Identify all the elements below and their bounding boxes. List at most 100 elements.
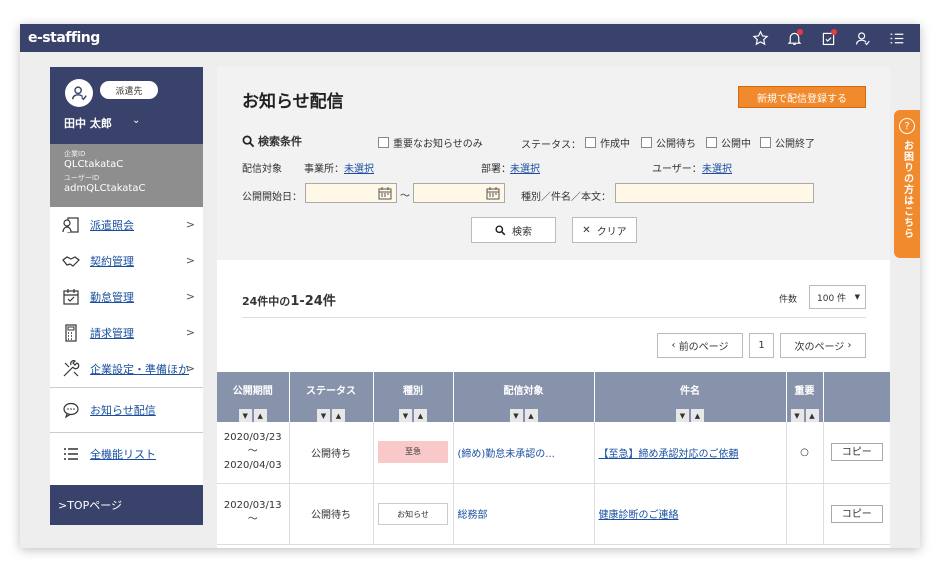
status-checkbox-ended[interactable]: 公開終了 xyxy=(760,135,815,150)
subject-link[interactable]: 【至急】締め承認対応のご依頼 xyxy=(599,449,739,460)
search-title-label: 検索条件 xyxy=(258,135,302,148)
sort-up-icon[interactable]: ▲ xyxy=(332,409,345,422)
column-header-status: ステータス ▼ ▲ xyxy=(289,372,374,422)
bell-icon[interactable] xyxy=(784,28,804,48)
sidebar-item-contract[interactable]: 契約管理 > xyxy=(50,243,203,279)
date-range-tilde: ～ xyxy=(400,191,410,202)
sidebar-item-label: 勤怠管理 xyxy=(90,291,134,304)
sort-down-icon[interactable]: ▼ xyxy=(676,409,689,422)
sort-up-icon[interactable]: ▲ xyxy=(253,409,267,422)
table-row: 2020/03/23 ～ 2020/04/03 公開待ち 至急 (締め)勤怠未承認の… xyxy=(217,422,890,484)
prev-page-label: 前のページ xyxy=(678,342,729,353)
user-switch-icon[interactable] xyxy=(852,28,872,48)
per-page-value: 100 件 xyxy=(817,293,847,304)
subject-cell: 健康診断のご連絡 xyxy=(594,483,787,545)
sort-down-icon[interactable]: ▼ xyxy=(399,409,412,422)
action-cell: コピー xyxy=(823,483,890,545)
chevron-right-icon: > xyxy=(185,218,195,231)
column-header-action xyxy=(823,372,890,422)
date-to-input[interactable] xyxy=(413,183,505,203)
office-select-link[interactable]: 未選択 xyxy=(344,160,374,175)
status-checkbox-pending[interactable]: 公開待ち xyxy=(641,135,696,150)
column-header-period: 公開期間 ▼ ▲ xyxy=(217,372,290,422)
per-page-select[interactable]: 100 件 ▼ xyxy=(809,285,866,309)
star-icon[interactable] xyxy=(750,28,770,48)
target-cell: (締め)勤怠未承認の... xyxy=(453,422,595,484)
next-page-label: 次のページ xyxy=(794,342,845,353)
column-header-label: 配信対象 xyxy=(503,386,544,397)
sort-down-icon[interactable]: ▼ xyxy=(509,409,523,422)
copy-button[interactable]: コピー xyxy=(830,443,883,462)
user-avatar-icon[interactable] xyxy=(65,79,93,107)
user-id: admQLCtakataC xyxy=(64,183,146,194)
important-only-checkbox[interactable]: 重要なお知らせのみ xyxy=(378,135,483,150)
subject-link[interactable]: 健康診断のご連絡 xyxy=(599,510,679,521)
sidebar-item-all-functions[interactable]: 全機能リスト xyxy=(50,433,203,475)
action-cell: コピー xyxy=(823,422,890,484)
user-select-link[interactable]: 未選択 xyxy=(702,160,732,175)
sort-down-icon[interactable]: ▼ xyxy=(238,409,252,422)
sidebar-item-dispatch[interactable]: 派遣照会 > xyxy=(50,207,203,243)
status-checkbox-draft[interactable]: 作成中 xyxy=(585,135,630,150)
status-checkbox-published[interactable]: 公開中 xyxy=(706,135,751,150)
status-option-label: 公開中 xyxy=(721,139,751,150)
chevron-right-icon: > xyxy=(185,290,195,303)
sidebar-item-settings[interactable]: 企業設定・準備ほか > xyxy=(50,351,203,387)
calendar-icon[interactable] xyxy=(378,187,392,200)
search-conditions-title: 検索条件 xyxy=(242,133,302,149)
chevron-down-icon[interactable]: ⌄ xyxy=(132,115,140,126)
period-tilde: ～ xyxy=(247,513,258,525)
question-icon: ? xyxy=(899,118,915,134)
target-link[interactable]: (締め)勤怠未承認の... xyxy=(458,449,555,460)
column-header-type: 種別 ▼ ▲ xyxy=(373,372,454,422)
sort-up-icon[interactable]: ▲ xyxy=(524,409,538,422)
column-header-label: 種別 xyxy=(403,386,423,397)
main-content: お知らせ配信 新規で配信登録する 検索条件 重要なお知らせのみ ステータス： 作… xyxy=(217,67,890,548)
sidebar-item-billing[interactable]: 請求管理 > xyxy=(50,315,203,351)
period-start: 2020/03/13 xyxy=(223,499,282,511)
keyword-label: 種別／件名／本文： xyxy=(521,192,611,203)
period-tilde: ～ xyxy=(247,446,258,458)
calendar-icon[interactable] xyxy=(486,187,500,200)
search-button[interactable]: 検索 xyxy=(471,217,556,243)
new-notice-button[interactable]: 新規で配信登録する xyxy=(738,86,866,108)
chevron-left-icon: ‹ xyxy=(671,340,679,351)
copy-button[interactable]: コピー xyxy=(830,504,883,523)
column-header-important: 重要 ▼ ▲ xyxy=(786,372,824,422)
next-page-button[interactable]: 次のページ › xyxy=(780,333,866,358)
sort-down-icon[interactable]: ▼ xyxy=(790,409,804,422)
period-end: 2020/04/03 xyxy=(223,460,282,472)
calendar-check-icon xyxy=(60,286,82,308)
target-link[interactable]: 総務部 xyxy=(458,510,488,521)
menu-icon[interactable] xyxy=(886,28,906,48)
user-name[interactable]: 田中 太郎 xyxy=(64,115,112,131)
table-header-row: 公開期間 ▼ ▲ ステータス ▼ ▲ 種別 ▼ ▲ 配信対象 ▼ ▲ 件名 ▼ ▲ 重要 ▼ ▲ xyxy=(217,372,890,422)
page-number-button[interactable]: 1 xyxy=(749,333,774,358)
company-info: 企業ID QLCtakataC ユーザーID admQLCtakataC xyxy=(50,144,203,207)
dept-select-link[interactable]: 未選択 xyxy=(510,160,540,175)
search-panel: お知らせ配信 新規で配信登録する 検索条件 重要なお知らせのみ ステータス： 作… xyxy=(217,67,890,260)
sort-up-icon[interactable]: ▲ xyxy=(691,409,704,422)
help-tab[interactable]: ? お困りの方はこちら xyxy=(894,110,920,258)
status-option-label: 公開終了 xyxy=(775,139,815,150)
user-id-label: ユーザーID xyxy=(64,174,100,182)
task-icon[interactable] xyxy=(818,28,838,48)
sort-up-icon[interactable]: ▲ xyxy=(805,409,819,422)
sidebar-item-label: 請求管理 xyxy=(90,327,134,340)
clear-button[interactable]: ✕ クリア xyxy=(572,217,637,243)
sidebar-item-attendance[interactable]: 勤怠管理 > xyxy=(50,279,203,315)
type-badge: お知らせ xyxy=(378,502,448,525)
subject-cell: 【至急】締め承認対応のご依頼 xyxy=(594,422,787,484)
chevron-right-icon: > xyxy=(185,362,195,375)
keyword-input[interactable] xyxy=(615,183,814,203)
date-from-input[interactable] xyxy=(305,183,397,203)
top-page-link[interactable]: >TOPページ xyxy=(50,485,203,525)
handshake-icon xyxy=(60,250,82,272)
app-logo[interactable]: e-staffing xyxy=(28,30,100,46)
date-label: 公開開始日： xyxy=(242,192,302,203)
column-header-target: 配信対象 ▼ ▲ xyxy=(453,372,595,422)
sort-up-icon[interactable]: ▲ xyxy=(414,409,427,422)
sidebar-item-notice[interactable]: お知らせ配信 xyxy=(50,388,203,432)
prev-page-button[interactable]: ‹ 前のページ xyxy=(657,333,743,358)
sort-down-icon[interactable]: ▼ xyxy=(317,409,330,422)
